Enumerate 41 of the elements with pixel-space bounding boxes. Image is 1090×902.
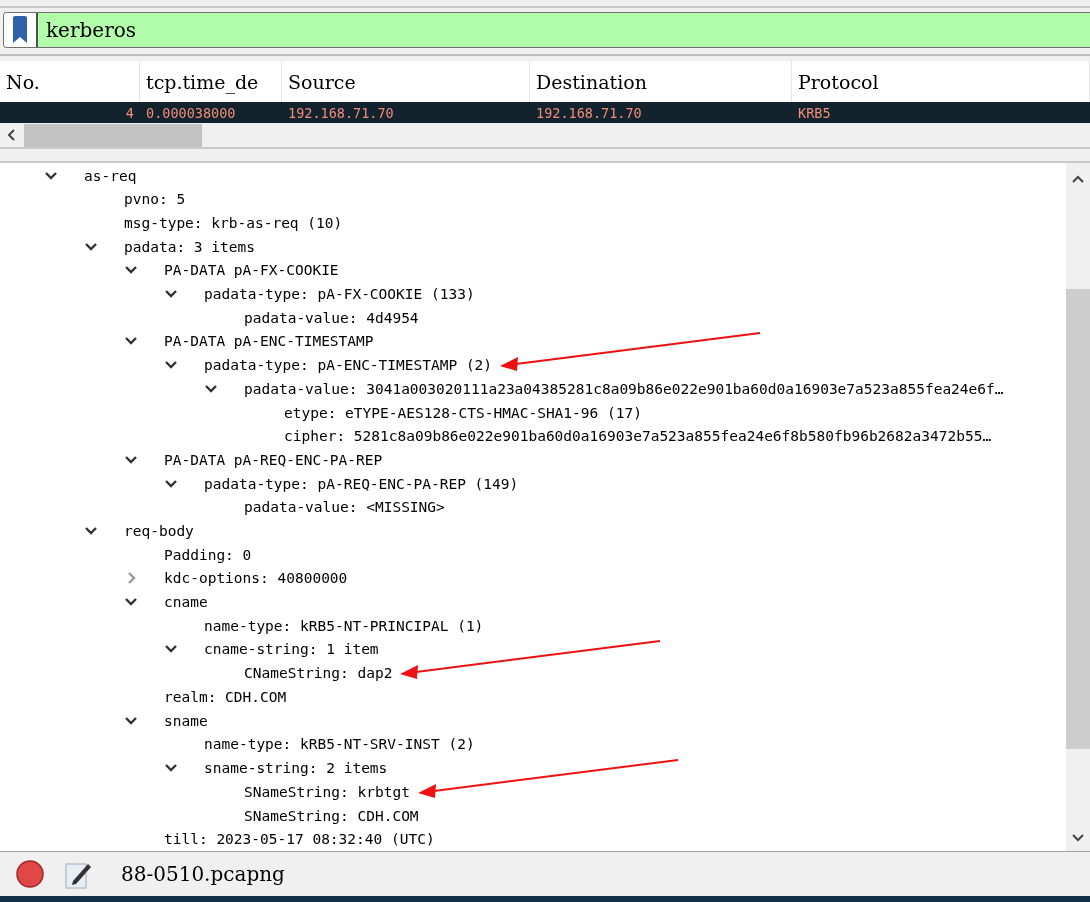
tree-item-label[interactable]: sname-string: 2 items (204, 759, 388, 776)
vertical-scrollbar-thumb[interactable] (1066, 289, 1090, 749)
capture-file-name: 88-0510.pcapng (121, 862, 285, 886)
tree-item-label[interactable]: PA-DATA pA-ENC-TIMESTAMP (164, 333, 374, 350)
packet-cell-text: 0.000038000 (145, 104, 237, 121)
packet-cell-text: KRB5 (797, 104, 832, 121)
tree-item-label[interactable]: name-type: kRB5-NT-SRV-INST (2) (204, 736, 475, 753)
tree-item-label[interactable]: as-req (84, 167, 137, 184)
record-icon[interactable] (15, 859, 45, 889)
tree-item-label[interactable]: PA-DATA pA-FX-COOKIE (164, 262, 339, 279)
packet-cell-text: 192.168.71.70 (287, 104, 395, 121)
tree-item-label[interactable]: padata: 3 items (124, 238, 255, 255)
tree-item-label[interactable]: msg-type: krb-as-req (10) (124, 215, 343, 232)
tree-item-label[interactable]: cipher: 5281c8a09b86e022e901ba60d0a16903e7a523a855fea24e6f8b580fb96b2682a3472b55… (284, 428, 992, 445)
tree-item-label[interactable]: kdc-options: 40800000 (164, 570, 348, 587)
tree-item-label[interactable]: req-body (124, 523, 194, 539)
tree-item-label[interactable]: cname-string: 1 item (204, 641, 379, 658)
packet-cell-text: 4 (124, 104, 135, 121)
tree-item-label[interactable]: padata-value: 3041a003020111a23a04385281c8a09b86e022e901ba60d0a16903e7a523a855fea24e6f… (244, 381, 1004, 398)
tree-item-label[interactable]: SNameString: CDH.COM (244, 807, 419, 824)
tree-item-label[interactable]: etype: eTYPE-AES128-CTS-HMAC-SHA1-96 (17) (284, 404, 642, 421)
tree-item-label[interactable]: realm: CDH.COM (164, 688, 287, 705)
display-filter-field[interactable]: kerberos (38, 13, 1090, 47)
packet-cell-text: 192.168.71.70 (535, 104, 643, 121)
tree-item-label[interactable]: Padding: 0 (164, 546, 252, 563)
tree-item-label[interactable]: PA-DATA pA-REQ-ENC-PA-REP (164, 452, 383, 469)
packet-row[interactable]: 4 0.000038000 192.168.71.70 192.168.71.70 KRB5 (0, 102, 1090, 123)
tree-item-label[interactable]: pvno: 5 (124, 191, 186, 208)
tree-item-label[interactable]: SNameString: krbtgt (244, 783, 410, 800)
tree-item-label[interactable]: name-type: kRB5-NT-PRINCIPAL (1) (204, 617, 484, 634)
bookmark-icon[interactable] (12, 16, 28, 44)
horizontal-scrollbar-thumb[interactable] (24, 123, 202, 147)
tree-item-label[interactable]: padata-value: 4d4954 (244, 309, 419, 326)
tree-item-label[interactable]: cname (164, 594, 208, 610)
tree-item-label[interactable]: padata-type: pA-FX-COOKIE (133) (204, 286, 475, 303)
tree-item-label[interactable]: padata-value: <MISSING> (244, 499, 445, 516)
tree-item-label[interactable]: padata-type: pA-ENC-TIMESTAMP (2) (204, 357, 493, 374)
tree-item-label[interactable]: CNameString: dap2 (244, 665, 393, 682)
tree-item-label[interactable]: till: 2023-05-17 08:32:40 (UTC) (164, 831, 435, 848)
tree-item-label[interactable]: padata-type: pA-REQ-ENC-PA-REP (149) (204, 475, 519, 492)
tree-item-label[interactable]: sname (164, 712, 208, 729)
